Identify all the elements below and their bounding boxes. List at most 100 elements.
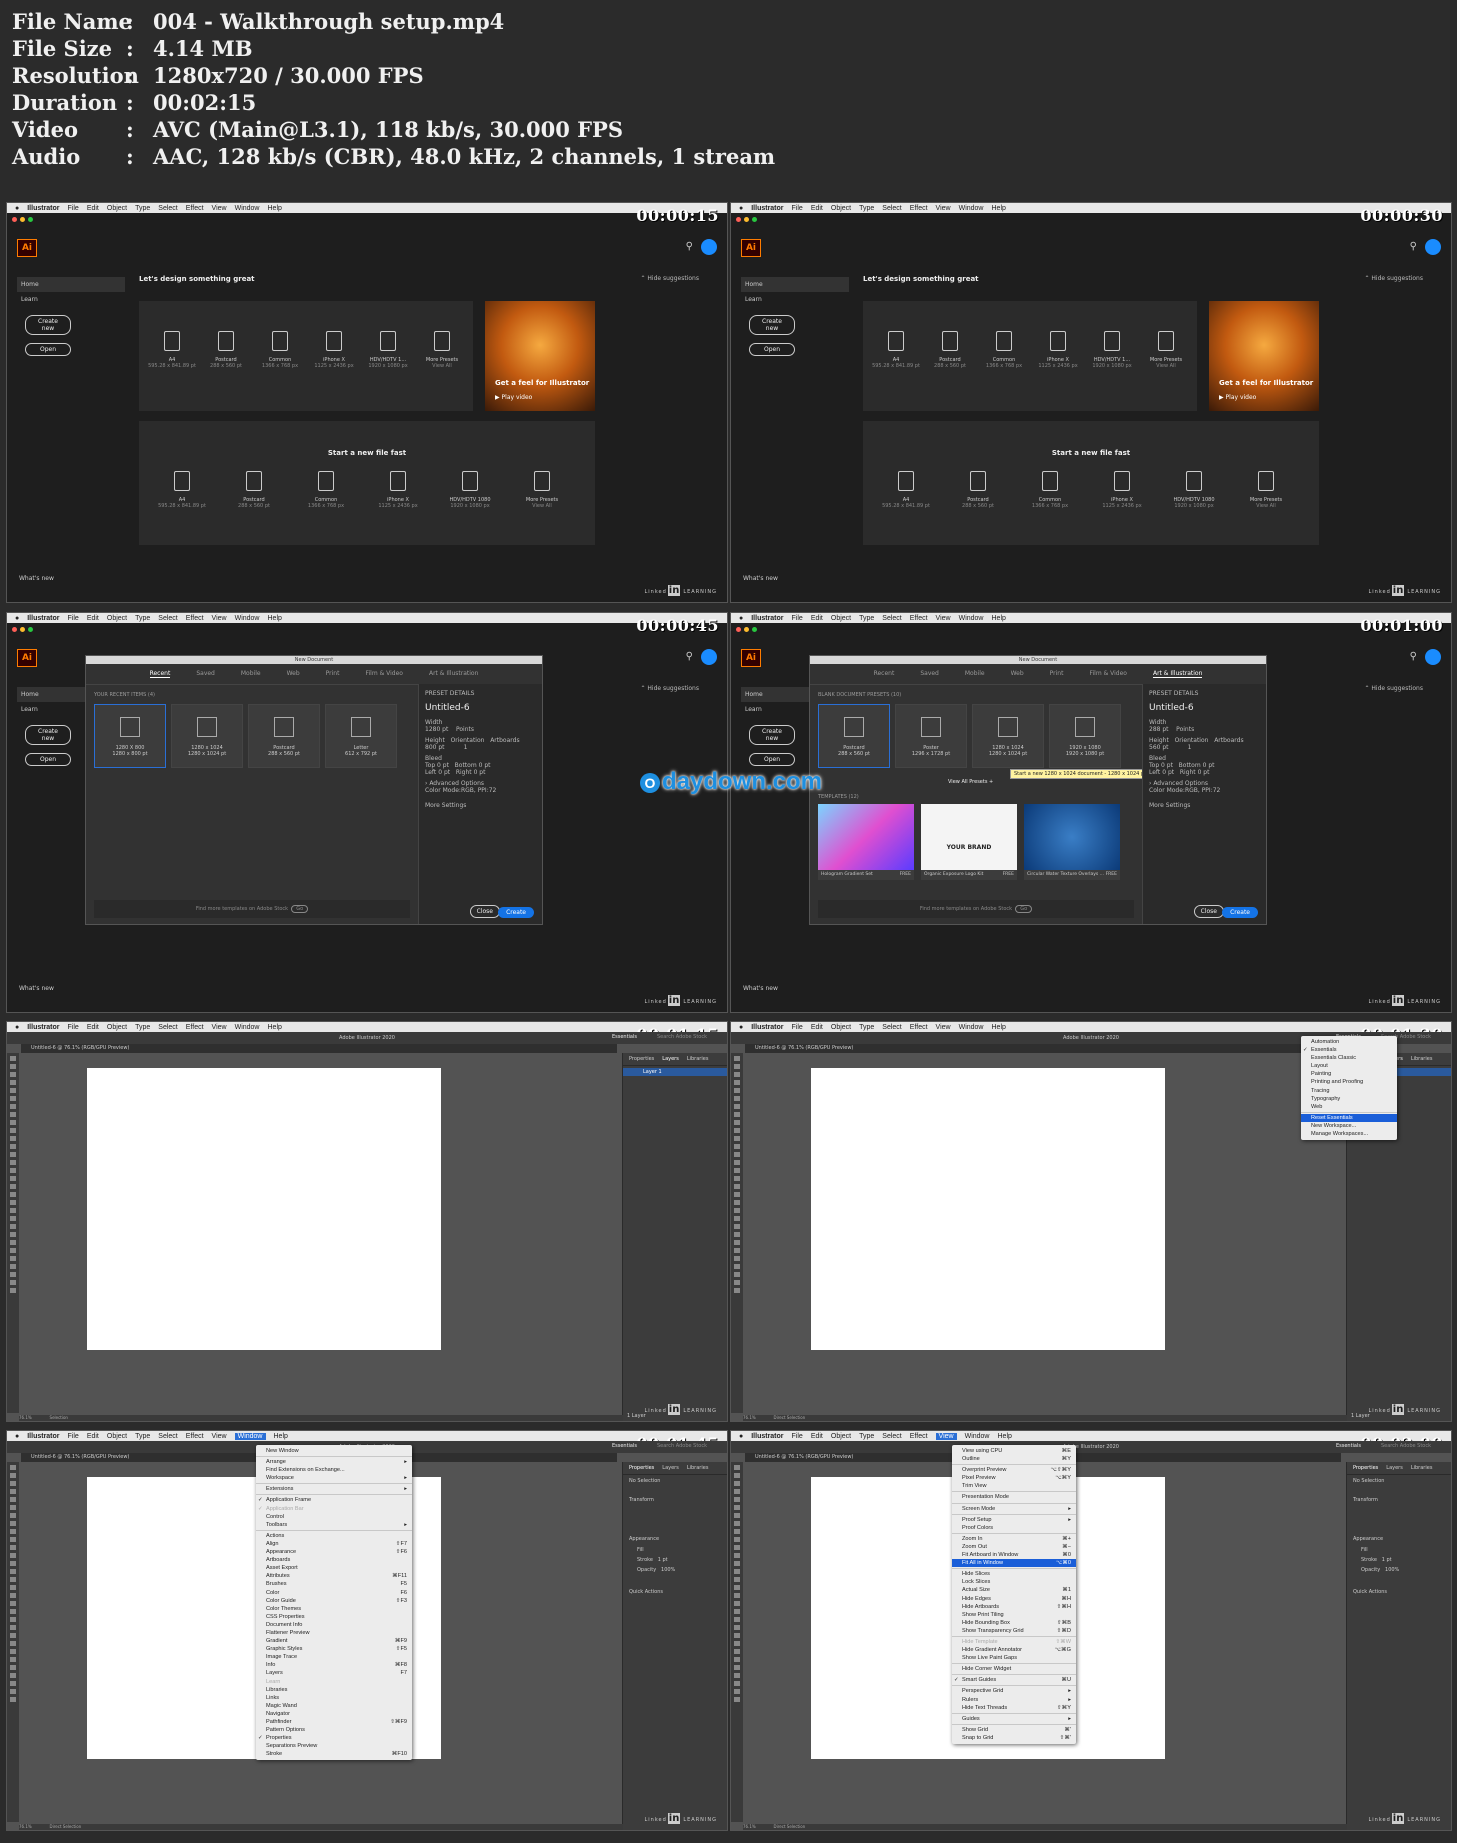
tool-icon[interactable] [734, 1248, 740, 1253]
menubar-item[interactable]: File [792, 1433, 803, 1440]
menu-item[interactable]: Guides ▸ [952, 1715, 1076, 1723]
tool-icon[interactable] [10, 1649, 16, 1654]
tool-icon[interactable] [10, 1264, 16, 1269]
tool-icon[interactable] [10, 1513, 16, 1518]
units-select[interactable]: Points [1176, 726, 1194, 733]
menu-item[interactable]: Screen Mode ▸ [952, 1505, 1076, 1513]
close-button[interactable]: Close [469, 905, 500, 918]
create-new-button[interactable]: Create new [25, 725, 71, 745]
menu-item[interactable]: Image Trace [256, 1653, 412, 1661]
tab-print[interactable]: Print [1050, 670, 1064, 678]
tool-icon[interactable] [734, 1697, 740, 1702]
menu-item[interactable]: Info ⌘F8 [256, 1661, 412, 1669]
tool-icon[interactable] [734, 1128, 740, 1133]
tool-icon[interactable] [10, 1232, 16, 1237]
tool-icon[interactable] [734, 1553, 740, 1558]
menubar-item[interactable]: Type [135, 1433, 150, 1440]
preset-tile[interactable]: HDV/HDTV 1... 1920 x 1080 px [363, 331, 413, 369]
avatar[interactable] [701, 239, 717, 255]
preset-tile[interactable]: More Presets View All [517, 471, 567, 509]
preset-tile[interactable]: Postcard 288 x 560 pt [229, 471, 279, 509]
menubar-item[interactable]: Object [831, 1433, 851, 1440]
tool-icon[interactable] [10, 1465, 16, 1470]
menu-item[interactable]: View using CPU ⌘E [952, 1447, 1076, 1455]
menubar-item[interactable]: Effect [910, 1433, 928, 1440]
tool-icon[interactable] [734, 1489, 740, 1494]
menubar-item[interactable]: Object [107, 1433, 127, 1440]
tab-mobile[interactable]: Mobile [965, 670, 985, 678]
tool-icon[interactable] [10, 1136, 16, 1141]
menubar-item[interactable]: Window [235, 205, 260, 212]
preset-tile[interactable]: HDV/HDTV 1080 1920 x 1080 px [445, 471, 495, 509]
blank-preset-card[interactable]: Postcard 288 x 560 pt [818, 704, 890, 768]
advanced-options-toggle[interactable]: › Advanced Options [1149, 780, 1260, 787]
tool-icon[interactable] [10, 1152, 16, 1157]
workspace-switcher[interactable]: Essentials [612, 1034, 637, 1040]
menubar-item[interactable]: Help [274, 1433, 288, 1440]
menu-item[interactable]: Artboards [256, 1556, 412, 1564]
menu-item[interactable]: Navigator [256, 1710, 412, 1718]
menubar-item[interactable]: Object [107, 615, 127, 622]
tool-icon[interactable] [10, 1096, 16, 1101]
tool-icon[interactable] [734, 1224, 740, 1229]
menubar-item[interactable]: Type [135, 615, 150, 622]
menu-item[interactable]: New Workspace... [1301, 1122, 1397, 1130]
menubar-item[interactable]: Select [158, 615, 177, 622]
hide-suggestions-button[interactable]: ⌃ Hide suggestions [640, 275, 699, 282]
tool-icon[interactable] [734, 1112, 740, 1117]
close-dot[interactable] [12, 627, 17, 632]
tool-icon[interactable] [10, 1064, 16, 1069]
menubar-item[interactable]: Select [882, 1024, 901, 1031]
menubar-item[interactable]: Illustrator [27, 205, 59, 212]
menu-item[interactable]: Zoom Out ⌘− [952, 1543, 1076, 1551]
layer-row[interactable]: Layer 1 [623, 1068, 727, 1076]
tool-icon[interactable] [734, 1561, 740, 1566]
tool-icon[interactable] [734, 1192, 740, 1197]
sidebar-item-home[interactable]: Home [17, 277, 125, 292]
menu-item[interactable]: Hide Bounding Box ⇧⌘B [952, 1619, 1076, 1627]
artboard[interactable] [87, 1068, 441, 1350]
tool-icon[interactable] [734, 1280, 740, 1285]
menubar-item[interactable]: Illustrator [27, 1024, 59, 1031]
menubar-item[interactable]: View [212, 615, 227, 622]
menubar-item[interactable]: Illustrator [751, 1433, 783, 1440]
panel-tab-layers[interactable]: Layers [662, 1465, 679, 1471]
menubar-item[interactable]: Object [107, 205, 127, 212]
tool-icon[interactable] [10, 1617, 16, 1622]
tool-icon[interactable] [734, 1537, 740, 1542]
menubar-item[interactable]: Type [859, 205, 874, 212]
height-input[interactable]: 560 pt 1 [1149, 744, 1260, 751]
tool-icon[interactable] [10, 1529, 16, 1534]
zoom-dot[interactable] [28, 627, 33, 632]
tool-icon[interactable] [10, 1553, 16, 1558]
menu-item[interactable]: Proof Setup ▸ [952, 1516, 1076, 1524]
menu-item[interactable]: Tracing [1301, 1087, 1397, 1095]
menubar-item[interactable]: Effect [910, 1024, 928, 1031]
tool-icon[interactable] [734, 1208, 740, 1213]
more-settings-link[interactable]: More Settings [425, 802, 536, 809]
menu-item[interactable]: Automation [1301, 1038, 1397, 1046]
menu-item[interactable]: Pathfinder ⇧⌘F9 [256, 1718, 412, 1726]
menubar-item[interactable]: View [212, 1024, 227, 1031]
document-tab[interactable]: Untitled-6 @ 76.1% (RGB/GPU Preview) [745, 1044, 1341, 1053]
tab-recent[interactable]: Recent [149, 670, 171, 678]
create-button[interactable]: Create [498, 907, 534, 918]
menu-item[interactable]: Links [256, 1694, 412, 1702]
stock-search[interactable]: Find more templates on Adobe Stock Go [94, 900, 410, 918]
tool-icon[interactable] [10, 1641, 16, 1646]
tool-icon[interactable] [10, 1681, 16, 1686]
tool-icon[interactable] [734, 1184, 740, 1189]
preset-tile[interactable]: Postcard 288 x 560 pt [201, 331, 251, 369]
tool-icon[interactable] [10, 1489, 16, 1494]
tab-saved[interactable]: Saved [920, 670, 939, 678]
tool-icon[interactable] [734, 1080, 740, 1085]
tool-icon[interactable] [734, 1625, 740, 1630]
menu-item[interactable]: Color Guide ⇧F3 [256, 1597, 412, 1605]
menubar-item[interactable]: Type [859, 1024, 874, 1031]
preset-tile[interactable]: A4 595.28 x 841.89 pt [147, 331, 197, 369]
menu-item[interactable]: Rulers ▸ [952, 1696, 1076, 1704]
template-card[interactable] [818, 804, 914, 870]
tool-icon[interactable] [10, 1280, 16, 1285]
menubar-item[interactable]: Window [235, 615, 260, 622]
tool-icon[interactable] [734, 1104, 740, 1109]
